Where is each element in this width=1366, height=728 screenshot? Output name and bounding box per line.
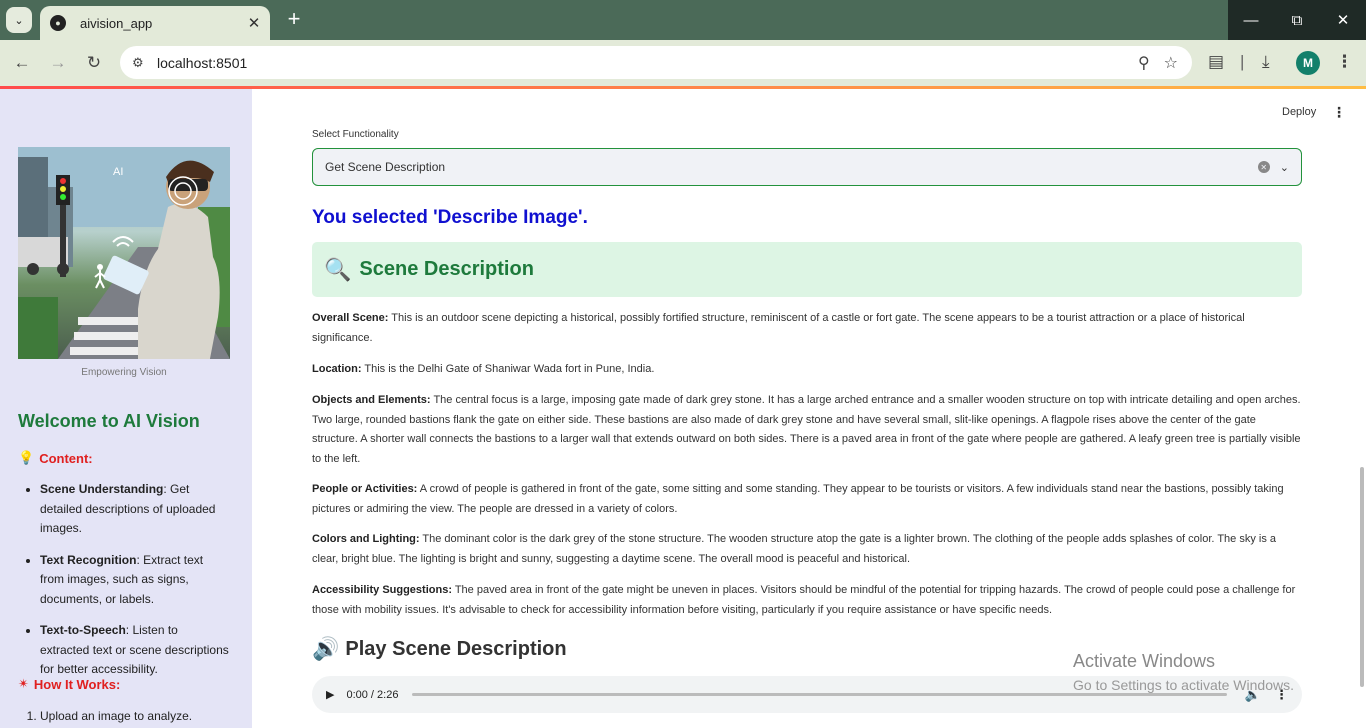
list-item: Text Recognition: Extract text from imag… (40, 551, 230, 610)
sidebar-title: Welcome to AI Vision (18, 411, 200, 431)
how-heading: ✴ How It Works: (18, 676, 120, 692)
close-icon[interactable]: ✕ (244, 14, 264, 32)
browser-toolbar: ← → ↻ ⚙ localhost:8501 ⚲ ☆ ▤ | ⤓ ⋮ (0, 40, 1366, 86)
how-list: Upload an image to analyze. (18, 707, 230, 728)
audio-time: 0:00 / 2:26 (346, 688, 399, 701)
browser-tab[interactable]: ● aivision_app ✕ (40, 6, 270, 40)
activate-windows-subtitle: Go to Settings to activate Windows. (1073, 677, 1294, 693)
paragraph-text: The central focus is a large, imposing g… (312, 394, 1301, 465)
chevron-down-icon[interactable]: ⌄ (1280, 161, 1289, 174)
item-bold: Scene Understanding (40, 482, 164, 496)
more-options-icon[interactable]: ⋮ (1332, 104, 1346, 121)
reload-icon: ↻ (86, 53, 102, 72)
paragraph-text: This is an outdoor scene depicting a his… (312, 312, 1245, 344)
sparkle-icon: ✴ (18, 676, 29, 691)
browser-menu-icon[interactable]: ⋮ (1336, 52, 1353, 72)
main-content: Deploy ⋮ Select Functionality Get Scene … (252, 89, 1366, 728)
paragraph-label: Colors and Lighting: (312, 533, 420, 545)
sidebar: AI Empowering Vision Welcome to AI Visio… (0, 89, 252, 728)
clear-icon[interactable]: ✕ (1257, 161, 1270, 173)
paragraph-label: Objects and Elements: (312, 394, 431, 406)
favicon-icon: ● (50, 15, 66, 31)
image-caption: Empowering Vision (81, 367, 167, 378)
url-text[interactable]: localhost:8501 (157, 55, 1138, 71)
paragraph-label: Accessibility Suggestions: (312, 584, 452, 596)
list-item: Upload an image to analyze. (40, 707, 230, 727)
audio-seek-bar[interactable] (412, 693, 1227, 696)
arrow-right-icon: → (49, 53, 67, 72)
new-tab-button[interactable]: + (282, 8, 306, 32)
paragraph-people: People or Activities: A crowd of people … (312, 480, 1302, 519)
download-icon[interactable]: ⤓ (1262, 52, 1270, 72)
restore-button[interactable]: ⧉ (1274, 0, 1320, 40)
address-bar[interactable]: ⚙ localhost:8501 ⚲ ☆ (120, 46, 1192, 79)
content-list: Scene Understanding: Get detailed descri… (18, 480, 230, 692)
ai-vision-illustration: AI (18, 147, 230, 359)
svg-text:AI: AI (113, 166, 123, 178)
list-item: Scene Understanding: Get detailed descri… (40, 480, 230, 539)
paragraph-colors: Colors and Lighting: The dominant color … (312, 530, 1302, 569)
select-value: Get Scene Description (325, 160, 446, 174)
lightbulb-icon: 💡 (18, 450, 35, 465)
scrollbar[interactable] (1360, 467, 1364, 687)
item-bold: Text-to-Speech (40, 623, 126, 637)
item-bold: Text Recognition (40, 552, 137, 567)
paragraph-objects: Objects and Elements: The central focus … (312, 391, 1302, 469)
bookmark-star-icon[interactable]: ☆ (1164, 53, 1178, 73)
how-heading-text: How It Works: (33, 676, 121, 692)
sidebar-image: AI (18, 147, 230, 359)
close-window-button[interactable]: ✕ (1320, 0, 1366, 40)
paragraph-overall: Overall Scene: This is an outdoor scene … (312, 309, 1302, 348)
reload-button[interactable]: ↻ (81, 50, 107, 76)
paragraph-text: A crowd of people is gathered in front o… (312, 483, 1284, 515)
arrow-left-icon: ← (13, 53, 31, 72)
list-item: Text-to-Speech: Listen to extracted text… (40, 621, 230, 680)
tab-bar: ⌄ ● aivision_app ✕ + — ⧉ ✕ (0, 0, 1366, 40)
paragraph-label: Overall Scene: (312, 312, 389, 324)
deploy-button[interactable]: Deploy (1282, 106, 1316, 118)
paragraph-label: People or Activities: (312, 483, 418, 495)
magnifier-icon: 🔍 (324, 256, 352, 282)
play-heading-text: Play Scene Description (345, 637, 567, 660)
tab-title: aivision_app (80, 15, 153, 31)
paragraph-label: Location: (312, 363, 362, 375)
scene-description-box: 🔍 Scene Description (312, 242, 1302, 297)
select-label: Select Functionality (312, 129, 399, 140)
scene-title: Scene Description (359, 258, 534, 280)
paragraph-text: The paved area in front of the gate migh… (312, 584, 1296, 616)
window-controls: — ⧉ ✕ (1228, 0, 1366, 40)
minimize-button[interactable]: — (1228, 0, 1274, 40)
play-icon[interactable]: ▶ (326, 688, 334, 701)
extensions-icon[interactable]: ▤ (1208, 52, 1224, 72)
forward-button[interactable]: → (45, 50, 71, 76)
tab-search-button[interactable]: ⌄ (6, 7, 32, 33)
paragraph-text: This is the Delhi Gate of Shaniwar Wada … (361, 363, 655, 375)
toolbar-divider: | (1240, 52, 1245, 71)
site-info-icon[interactable]: ⚙ (132, 55, 152, 71)
avatar[interactable]: M (1296, 51, 1320, 75)
play-heading: 🔊 Play Scene Description (312, 636, 567, 662)
back-button[interactable]: ← (9, 50, 35, 76)
zoom-icon[interactable]: ⚲ (1138, 53, 1150, 73)
chevron-down-icon: ⌄ (14, 14, 24, 27)
paragraph-text: The dominant color is the dark grey of t… (312, 533, 1277, 565)
content-heading: 💡 Content: (18, 450, 93, 466)
selected-heading: You selected 'Describe Image'. (312, 207, 588, 228)
activate-windows-title: Activate Windows (1073, 651, 1216, 671)
paragraph-location: Location: This is the Delhi Gate of Shan… (312, 360, 1302, 380)
functionality-select[interactable]: Get Scene Description ✕ ⌄ (312, 148, 1302, 186)
speaker-icon: 🔊 (312, 636, 340, 661)
content-heading-text: Content: (39, 450, 93, 466)
paragraph-accessibility: Accessibility Suggestions: The paved are… (312, 581, 1302, 620)
